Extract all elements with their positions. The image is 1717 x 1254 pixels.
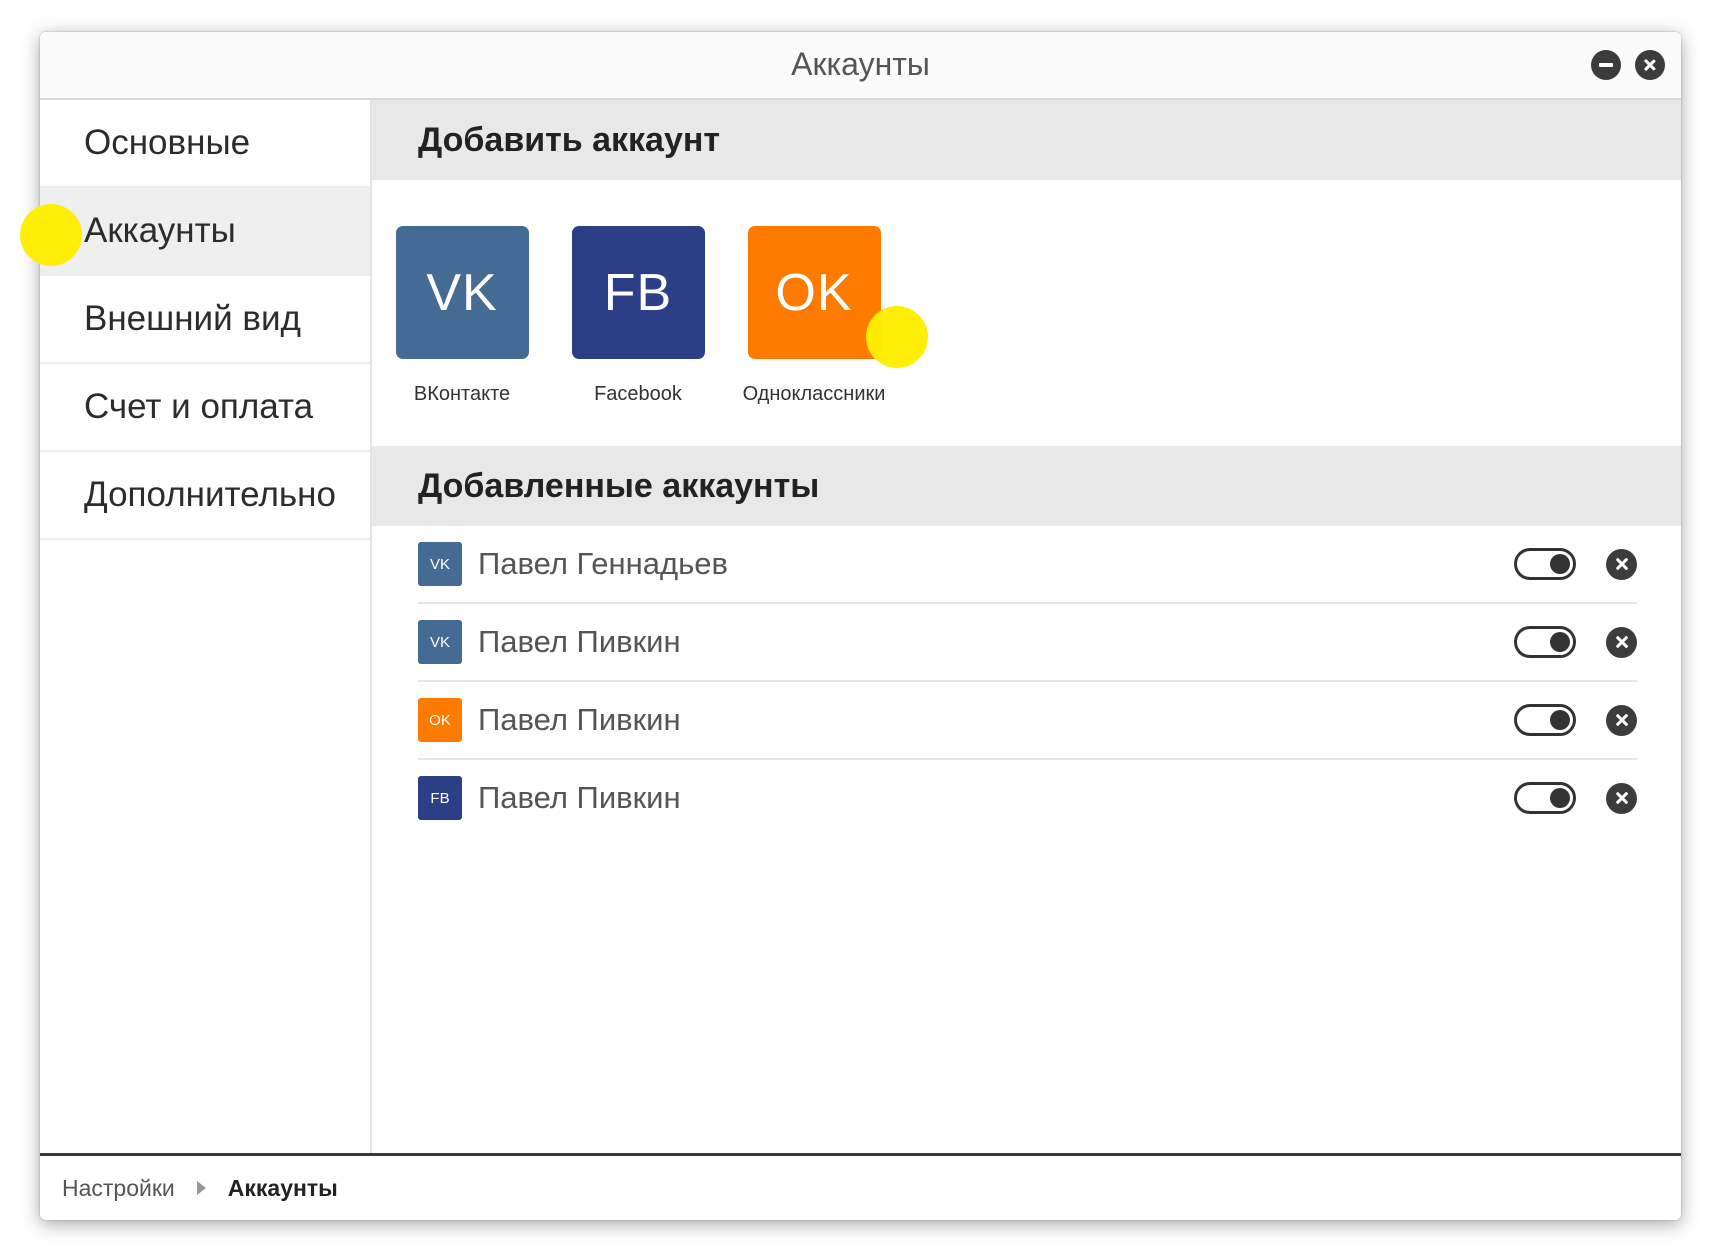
account-name: Павел Пивкин [478,702,681,737]
remove-account-button[interactable] [1606,704,1637,736]
tile-label: Одноклассники [742,383,886,405]
account-name: Павел Пивкин [478,624,681,659]
account-enabled-toggle[interactable] [1514,548,1576,580]
list-item: VK Павел Геннадьев [418,526,1637,604]
sidebar-item-accounts[interactable]: Аккаунты [40,188,370,276]
list-item: OK Павел Пивкин [418,682,1637,760]
add-vk-button[interactable]: VK ВКонтакте [374,226,550,406]
ok-icon: OK [418,698,462,742]
sidebar-item-label: Аккаунты [84,211,236,250]
window-title: Аккаунты [791,46,930,82]
settings-window: Аккаунты Основные Аккаунты Внешний вид С… [40,32,1681,1220]
sidebar-item-label: Внешний вид [84,299,301,338]
account-enabled-toggle[interactable] [1514,704,1576,736]
chevron-right-icon [196,1181,206,1195]
toggle-knob [1550,710,1570,730]
sidebar-item-advanced[interactable]: Дополнительно [40,452,370,540]
toggle-knob [1550,632,1570,652]
vk-logo-icon: VK [395,226,529,359]
main-panel: Добавить аккаунт VK ВКонтакте FB Faceboo… [372,100,1681,1154]
sidebar-item-label: Дополнительно [84,475,336,514]
added-accounts-header: Добавленные аккаунты [372,446,1681,526]
list-item: FB Павел Пивкин [418,760,1637,836]
breadcrumb-root[interactable]: Настройки [62,1175,175,1202]
highlight-marker [20,204,82,266]
account-enabled-toggle[interactable] [1514,782,1576,814]
vk-icon: VK [418,542,462,586]
fb-logo-icon: FB [571,226,705,359]
sidebar-item-appearance[interactable]: Внешний вид [40,276,370,364]
add-fb-button[interactable]: FB Facebook [550,226,726,406]
account-enabled-toggle[interactable] [1514,626,1576,658]
sidebar: Основные Аккаунты Внешний вид Счет и опл… [40,100,372,1154]
tile-label: ВКонтакте [413,383,511,405]
remove-account-button[interactable] [1606,548,1637,580]
remove-account-button[interactable] [1606,626,1637,658]
toggle-knob [1550,788,1570,808]
tile-label: Facebook [594,383,682,405]
account-name: Павел Геннадьев [478,546,728,581]
sidebar-item-general[interactable]: Основные [40,100,370,188]
list-item: VK Павел Пивкин [418,604,1637,682]
add-account-tiles: VK ВКонтакте FB Facebook OK Одноклассник… [372,180,1681,446]
breadcrumb-current: Аккаунты [227,1174,338,1201]
minimize-button[interactable] [1591,50,1621,80]
vk-icon: VK [418,620,462,664]
sidebar-item-label: Основные [84,123,251,162]
title-bar[interactable]: Аккаунты [40,32,1681,100]
account-name: Павел Пивкин [478,780,681,815]
highlight-marker [866,306,928,368]
toggle-knob [1550,554,1570,574]
remove-account-button[interactable] [1606,782,1637,814]
ok-logo-icon: OK [747,226,881,359]
fb-icon: FB [418,776,462,820]
breadcrumb: Настройки Аккаунты [40,1153,1681,1220]
accounts-list: VK Павел Геннадьев VK Павел Пивкин OK Па… [372,526,1681,836]
add-account-header: Добавить аккаунт [372,100,1681,180]
close-button[interactable] [1635,50,1665,80]
sidebar-item-billing[interactable]: Счет и оплата [40,364,370,452]
sidebar-item-label: Счет и оплата [84,387,314,426]
